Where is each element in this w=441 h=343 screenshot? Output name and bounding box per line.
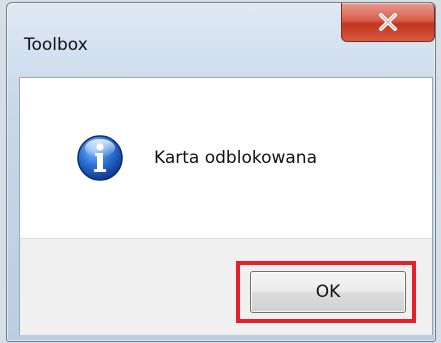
- close-icon: [379, 13, 397, 31]
- close-button[interactable]: [341, 3, 435, 42]
- ok-button[interactable]: OK: [250, 271, 406, 313]
- info-icon: [77, 135, 123, 181]
- message-area: Karta odblokowana: [20, 78, 432, 238]
- dialog-window: Toolbox Karta odblokowana OK: [6, 2, 436, 342]
- dialog-body: Karta odblokowana OK: [19, 77, 433, 335]
- window-title: Toolbox: [24, 35, 88, 55]
- button-area: OK: [20, 238, 432, 335]
- message-text: Karta odblokowana: [154, 148, 318, 168]
- title-bar[interactable]: Toolbox: [7, 3, 435, 77]
